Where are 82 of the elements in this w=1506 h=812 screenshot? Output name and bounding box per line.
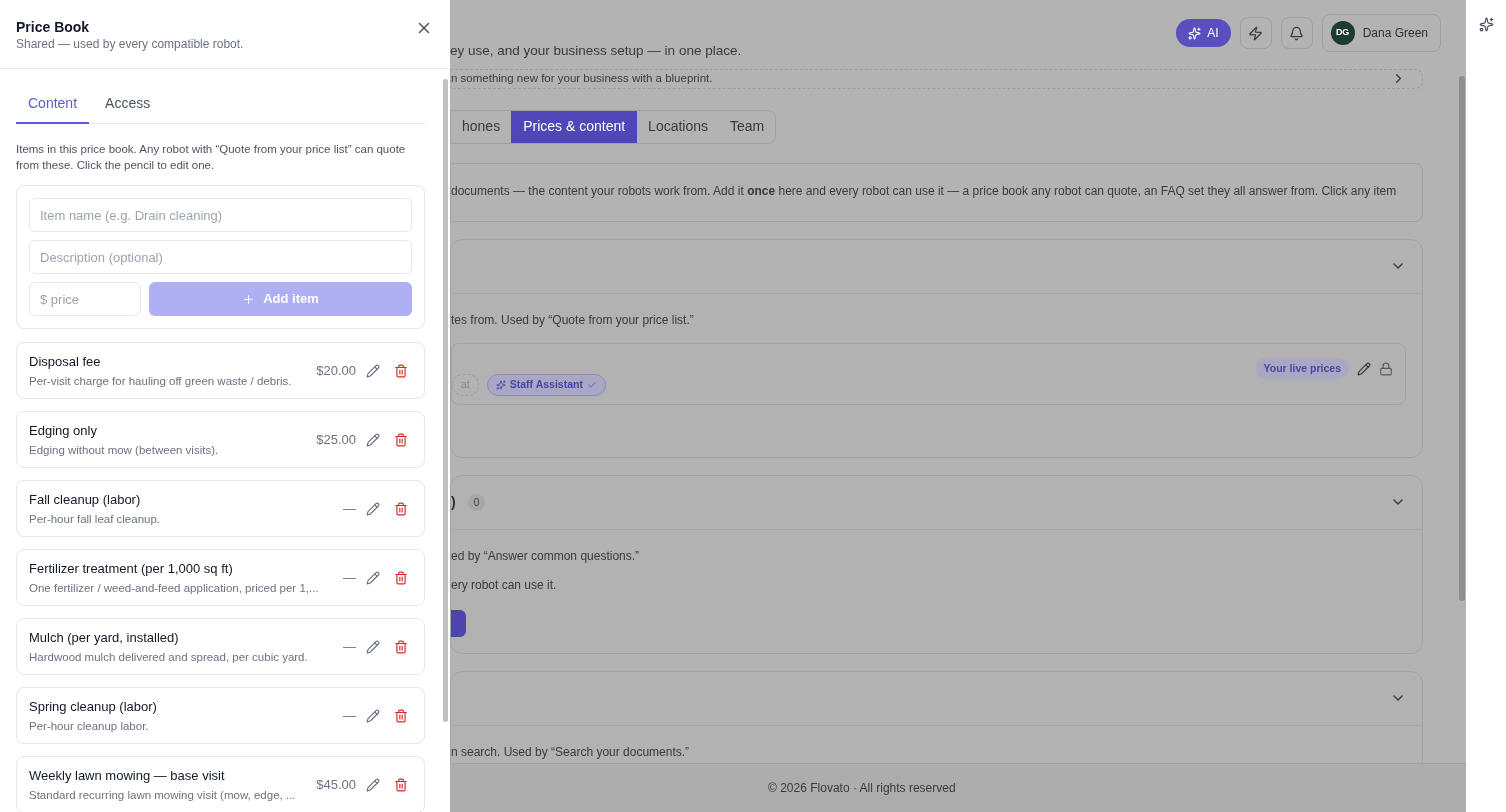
item-price: $25.00: [316, 430, 356, 449]
lock-icon: [1379, 361, 1393, 376]
user-avatar: DG: [1330, 21, 1355, 45]
check-icon: [586, 379, 597, 390]
user-menu-button[interactable]: DG Dana Green: [1321, 14, 1441, 52]
count-badge: 0: [467, 493, 486, 511]
page-tab[interactable]: Prices & content: [511, 110, 638, 143]
item-description: Hardwood mulch delivered and spread, per cubic yard.: [29, 649, 309, 665]
edit-icon[interactable]: [366, 639, 380, 654]
item-name: Weekly lawn mowing — base visit: [29, 766, 226, 785]
footer-text: © 2026 Flovato · All rights reserved: [768, 780, 956, 797]
item-price: $45.00: [316, 775, 356, 794]
edit-icon[interactable]: [366, 570, 380, 585]
lightning-button[interactable]: [1239, 17, 1272, 49]
price-item-card[interactable]: Fall cleanup (labor) Per-hour fall leaf cleanup. —: [16, 480, 425, 537]
section-title: ): [451, 492, 456, 512]
edit-icon[interactable]: [366, 777, 380, 792]
price-item-card[interactable]: Mulch (per yard, installed) Hardwood mulch delivered and spread, per cubic yard. —: [16, 618, 425, 675]
edit-icon[interactable]: [366, 708, 380, 723]
delete-icon[interactable]: [394, 363, 408, 378]
edit-icon[interactable]: [366, 432, 380, 447]
drawer-tab[interactable]: Access: [93, 87, 163, 124]
section-text: ed by “Answer common questions.”: [451, 547, 641, 564]
bell-icon: [1289, 25, 1305, 41]
delete-icon[interactable]: [394, 639, 408, 654]
notifications-button[interactable]: [1280, 17, 1313, 49]
page-subtitle: ey use, and your business setup — in one place.: [450, 42, 742, 60]
drawer-title: Price Book: [16, 18, 91, 36]
item-price: —: [343, 637, 356, 656]
delete-icon[interactable]: [394, 501, 408, 516]
item-name: Mulch (per yard, installed): [29, 628, 180, 647]
plus-icon: [242, 292, 256, 306]
delete-icon[interactable]: [394, 777, 408, 792]
page-scrollbar-thumb[interactable]: [1459, 76, 1465, 601]
section-text: tes from. Used by “Quote from your price list.”: [451, 311, 695, 328]
live-prices-badge: Your live prices: [1255, 357, 1349, 380]
scrollbar-thumb[interactable]: [443, 79, 448, 722]
item-description: Standard recurring lawn mowing visit (mow, edge, ...: [29, 787, 297, 803]
item-description: One fertilizer / weed-and-feed application, priced per 1,...: [29, 580, 320, 596]
delete-icon[interactable]: [394, 570, 408, 585]
item-price: —: [343, 499, 356, 518]
item-name: Disposal fee: [29, 352, 102, 371]
item-price: —: [343, 706, 356, 725]
page-tab[interactable]: Locations: [637, 110, 720, 143]
drawer-tab[interactable]: Content: [16, 87, 90, 124]
item-description: Per-visit charge for hauling off green waste / debris.: [29, 373, 293, 389]
description-field[interactable]: Description (optional): [29, 240, 412, 274]
item-name: Spring cleanup (labor): [29, 697, 158, 716]
section-text: n search. Used by “Search your documents.”: [451, 743, 691, 760]
item-name-field[interactable]: Item name (e.g. Drain cleaning): [29, 198, 412, 232]
page-tab[interactable]: Team: [719, 110, 776, 143]
create-button[interactable]: [451, 609, 466, 637]
info-text: documents — the content your robots work from. Add it once here and every robot can use it — a price book any robot can quote, an FAQ set they all answer from. Click any item: [451, 183, 1397, 198]
item-description: Per-hour fall leaf cleanup.: [29, 511, 162, 527]
item-name: Fertilizer treatment (per 1,000 sq ft): [29, 559, 234, 578]
item-name: Fall cleanup (labor): [29, 490, 142, 509]
item-price: —: [343, 568, 356, 587]
delete-icon[interactable]: [394, 432, 408, 447]
item-price: $20.00: [316, 361, 356, 380]
page-tab[interactable]: hones: [451, 110, 512, 143]
banner-text: n something new for your business with a blueprint.: [451, 71, 714, 87]
delete-icon[interactable]: [394, 708, 408, 723]
price-item-card[interactable]: Fertilizer treatment (per 1,000 sq ft) One fertilizer / weed-and-feed application, priced per 1,... —: [16, 549, 425, 606]
item-description: Edging without mow (between visits).: [29, 442, 220, 458]
price-item-card[interactable]: Edging only Edging without mow (between visits). $25.00: [16, 411, 425, 468]
edit-icon[interactable]: [366, 363, 380, 378]
edit-icon[interactable]: [1357, 361, 1371, 376]
price-field[interactable]: $ price: [29, 282, 141, 316]
blueprint-banner[interactable]: n something new for your business with a blueprint.: [450, 69, 1423, 89]
drawer-intro: Items in this price book. Any robot with “Quote from your price list” can quote from these. Click the pencil to edit one.: [16, 142, 407, 173]
item-name: Edging only: [29, 421, 98, 440]
sparkle-icon: [1188, 26, 1202, 40]
item-description: Per-hour cleanup labor.: [29, 718, 150, 734]
drawer-subtitle: Shared — used by every compatible robot.: [16, 36, 244, 52]
price-item-card[interactable]: Disposal fee Per-visit charge for hauling off green waste / debris. $20.00: [16, 342, 425, 399]
edit-icon[interactable]: [366, 501, 380, 516]
section-text: ery robot can use it.: [451, 576, 558, 593]
price-item-card[interactable]: Spring cleanup (labor) Per-hour cleanup labor. —: [16, 687, 425, 744]
ai-button[interactable]: AI: [1176, 19, 1231, 47]
sparkle-icon: [495, 379, 506, 390]
lightning-icon: [1248, 25, 1264, 41]
assistant-sparkle-icon[interactable]: [1478, 17, 1494, 32]
